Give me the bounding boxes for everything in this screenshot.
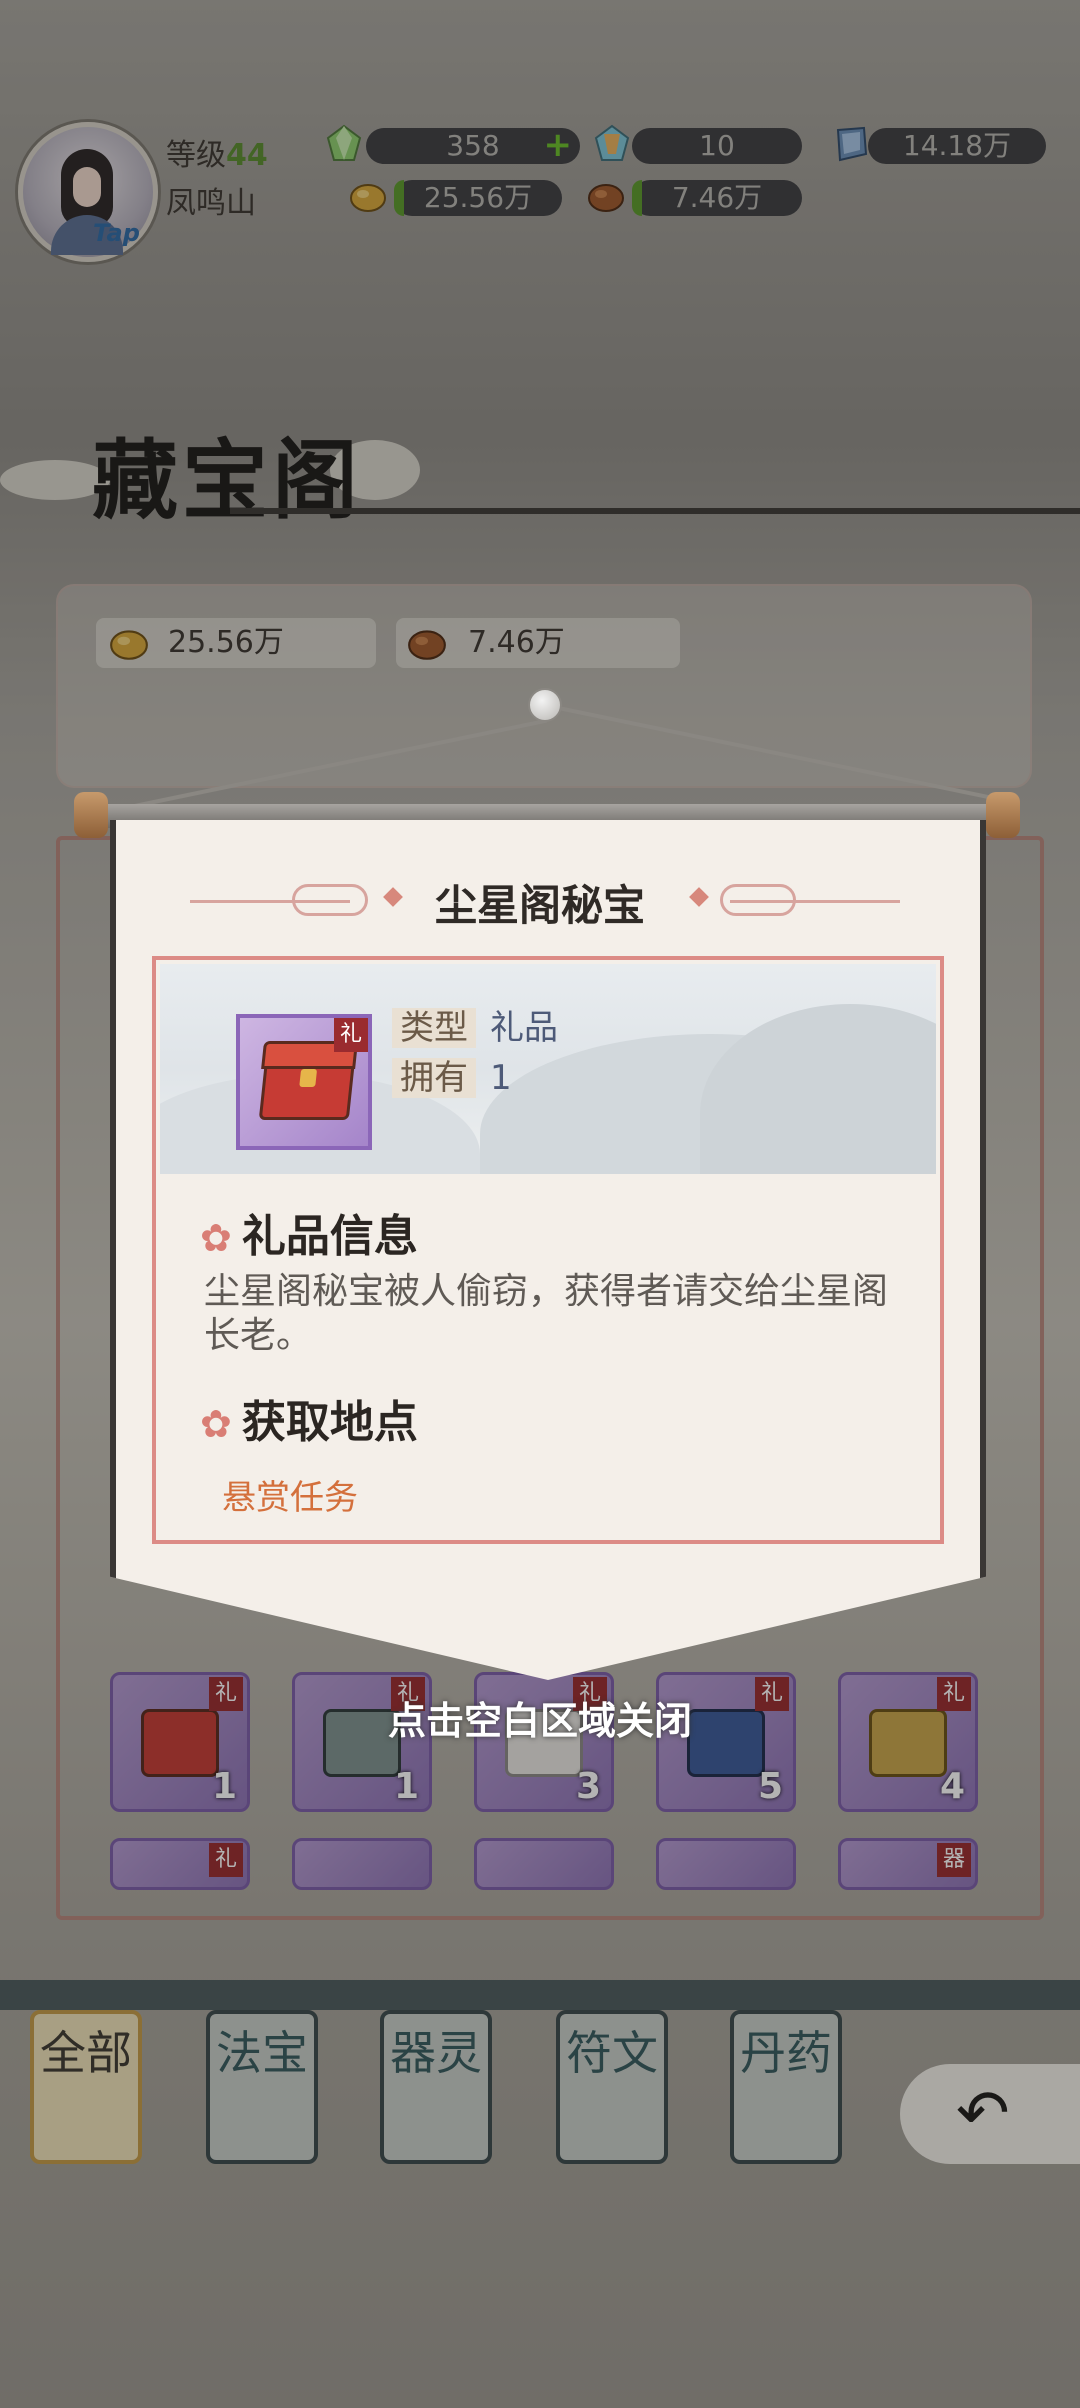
item-owned: 拥有 1 [392,1050,512,1099]
item-type: 类型 礼品 [392,1000,558,1049]
popup-title: 尘星阁秘宝 [434,881,645,930]
flower-icon: ✿ [200,1402,232,1446]
flower-icon: ✿ [200,1216,232,1260]
chest-icon [258,1058,356,1120]
rod-end [986,792,1020,838]
info-heading: ✿ 礼品信息 [200,1200,418,1264]
info-description: 尘星阁秘宝被人偷窃，获得者请交给尘星阁长老。 [204,1271,889,1356]
mountain-decoration [700,1004,936,1174]
type-value: 礼品 [490,1008,558,1048]
type-key: 类型 [392,1008,476,1048]
rod-end [74,792,108,838]
info-heading-text: 礼品信息 [241,1211,418,1262]
item-icon: 礼 [236,1014,372,1150]
owned-key: 拥有 [392,1058,476,1098]
source-heading: ✿ 获取地点 [200,1386,418,1450]
item-header: 礼 类型 礼品 拥有 1 [160,964,936,1174]
source-link[interactable]: 悬赏任务 [222,1470,358,1519]
close-hint[interactable]: 点击空白区域关闭 [0,1690,1080,1745]
owned-value: 1 [490,1058,512,1098]
hanging-knob [528,688,562,722]
source-heading-text: 获取地点 [241,1397,418,1448]
gift-tag: 礼 [334,1018,368,1052]
